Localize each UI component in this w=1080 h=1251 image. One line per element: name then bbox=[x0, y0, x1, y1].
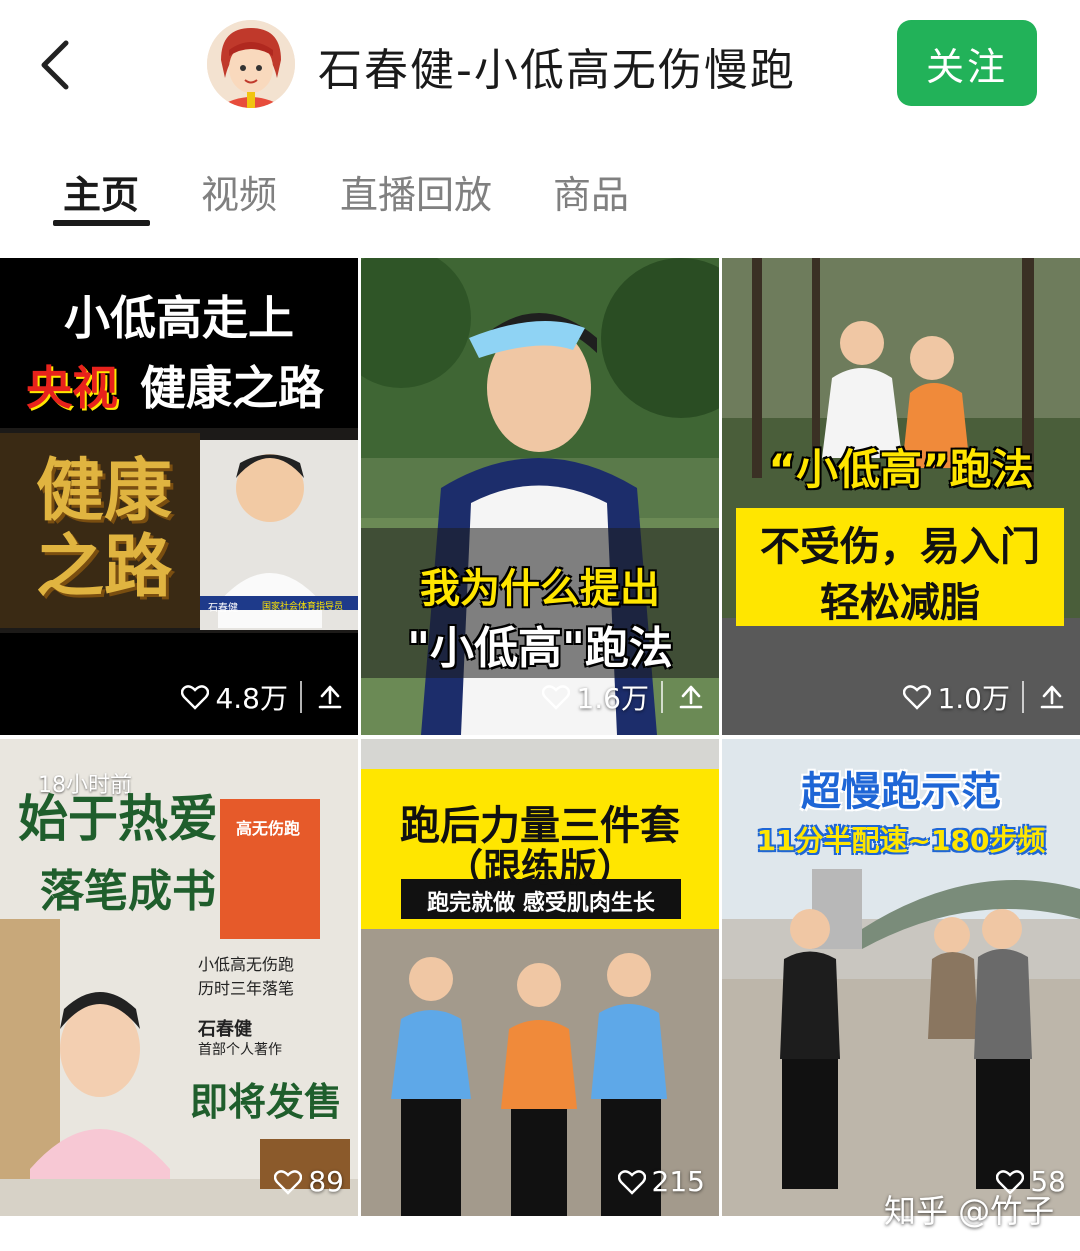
video-title-highlight: 央视 bbox=[26, 361, 118, 415]
heart-icon bbox=[542, 685, 571, 710]
video-grid: 小低高走上 央视 健康之路 健康之路 石春健 国家社会体育指导员 4.8万 我为… bbox=[0, 258, 1080, 1218]
share-icon[interactable] bbox=[316, 683, 344, 711]
divider bbox=[661, 681, 663, 713]
video-stats: 1.6万 bbox=[542, 677, 705, 717]
video-stats: 215 bbox=[617, 1165, 705, 1198]
release-label: 即将发售 bbox=[190, 1080, 343, 1124]
show-logo: 健康之路 bbox=[35, 452, 172, 607]
video-title: 落笔成书 bbox=[40, 866, 216, 917]
chevron-left-icon bbox=[41, 40, 69, 90]
profile-tabs: 主页 视频 直播回放 商品 bbox=[0, 150, 1080, 230]
video-title: “小低高”跑法 bbox=[768, 445, 1034, 494]
video-title: 不受伤，易入门 bbox=[760, 524, 1040, 570]
divider bbox=[1022, 681, 1024, 713]
video-card-5[interactable]: 跑后力量三件套 （跟练版） 跑完就做 感受肌肉生长 215 bbox=[361, 739, 719, 1216]
divider bbox=[300, 681, 302, 713]
video-title: 始于热爱 bbox=[18, 790, 218, 848]
like-count: 1.0万 bbox=[937, 682, 1010, 715]
watermark: 知乎 @竹子 bbox=[884, 1192, 1055, 1230]
share-icon[interactable] bbox=[1038, 683, 1066, 711]
profile-name: 石春健-小低高无伤慢跑 bbox=[318, 45, 796, 96]
tab-live-replay[interactable]: 直播回放 bbox=[340, 164, 492, 219]
video-card-6[interactable]: 超慢跑示范 11分半配速~180步频 58 bbox=[722, 739, 1080, 1216]
video-card-4[interactable]: 18小时前 始于热爱 落笔成书 高无伤跑 小低高无伤跑 历时三年落笔 石春健 首… bbox=[0, 739, 358, 1216]
video-title: （跟练版） bbox=[444, 846, 635, 890]
author-name: 石春健 bbox=[198, 1019, 252, 1040]
heart-icon bbox=[903, 685, 932, 710]
like-count: 1.6万 bbox=[576, 682, 649, 715]
author-sub: 首部个人著作 bbox=[198, 1042, 282, 1058]
video-title: 超慢跑示范 bbox=[801, 769, 1001, 815]
tab-products[interactable]: 商品 bbox=[553, 164, 629, 219]
book-desc: 小低高无伤跑 bbox=[198, 955, 295, 974]
like-count: 215 bbox=[651, 1165, 705, 1198]
book-desc: 历时三年落笔 bbox=[198, 979, 295, 998]
video-card-3[interactable]: “小低高”跑法 不受伤，易入门 轻松减脂 1.0万 bbox=[722, 258, 1080, 735]
like-count: 89 bbox=[308, 1165, 344, 1198]
video-title: 健康之路 bbox=[140, 361, 324, 415]
follow-button[interactable]: 关注 bbox=[897, 20, 1037, 106]
heart-icon bbox=[274, 1169, 303, 1195]
caption-name: 石春健 bbox=[208, 603, 238, 614]
active-tab-indicator bbox=[53, 220, 150, 226]
video-title: 11分半配速~180步频 bbox=[756, 824, 1046, 857]
video-card-1[interactable]: 小低高走上 央视 健康之路 健康之路 石春健 国家社会体育指导员 4.8万 bbox=[0, 258, 358, 735]
video-title: 小低高走上 bbox=[64, 291, 294, 345]
caption-title: 国家社会体育指导员 bbox=[262, 602, 344, 612]
video-stats: 1.0万 bbox=[903, 677, 1066, 717]
video-title: 轻松减脂 bbox=[820, 580, 980, 626]
tab-home[interactable]: 主页 bbox=[63, 164, 139, 219]
heart-icon bbox=[181, 685, 210, 710]
video-card-2[interactable]: 我为什么提出 "小低高"跑法 1.6万 bbox=[361, 258, 719, 735]
video-stats: 89 bbox=[274, 1165, 344, 1198]
heart-icon bbox=[617, 1169, 646, 1195]
book-title: 高无伤跑 bbox=[236, 819, 301, 838]
video-subtitle: 跑完就做 感受肌肉生长 bbox=[427, 891, 655, 916]
share-icon[interactable] bbox=[677, 683, 705, 711]
video-title: 我为什么提出 bbox=[420, 566, 660, 612]
video-title: "小低高"跑法 bbox=[407, 623, 673, 674]
back-button[interactable] bbox=[30, 30, 80, 100]
avatar[interactable] bbox=[207, 20, 295, 108]
tab-videos[interactable]: 视频 bbox=[201, 164, 277, 219]
like-count: 4.8万 bbox=[215, 682, 288, 715]
profile-header: 石春健-小低高无伤慢跑 关注 bbox=[0, 0, 1080, 130]
video-stats: 4.8万 bbox=[181, 677, 344, 717]
